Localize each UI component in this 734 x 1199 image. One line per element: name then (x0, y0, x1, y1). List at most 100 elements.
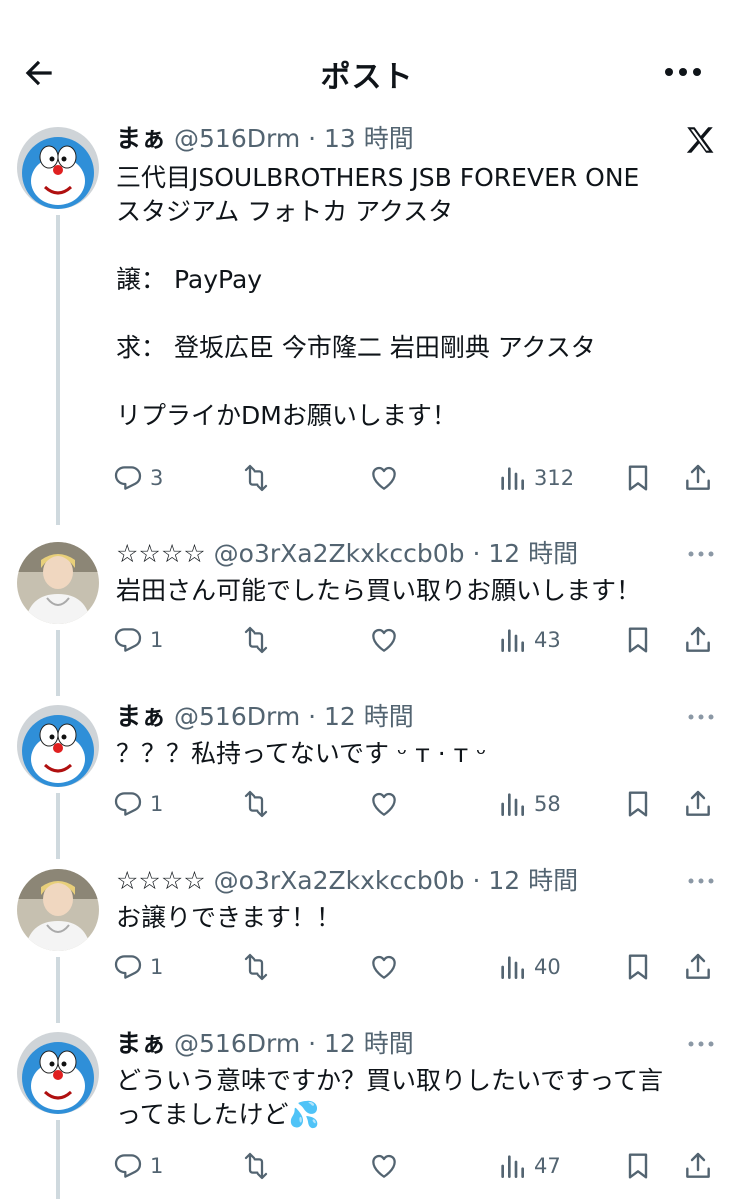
thread-line (56, 793, 60, 859)
tweet-reply[interactable]: まぁ @516Drm · 12 時間 どういう意味ですか？買い取りしたいですって言… (0, 1024, 734, 1199)
tweet-text: どういう意味ですか？買い取りしたいですって言 ってましたけど💦 (116, 1066, 664, 1129)
share-icon (686, 626, 710, 652)
retweet-icon (244, 1152, 268, 1180)
more-options-icon[interactable] (686, 873, 716, 889)
reply-icon (114, 1154, 142, 1178)
views-icon (501, 1155, 524, 1178)
views-icon (501, 956, 524, 979)
reply-count: 1 (150, 955, 164, 979)
tweet-reply[interactable]: ☆☆☆☆ @o3rXa2Zkxkccb0b · 12 時間 お譲りできます！！ 1… (0, 861, 734, 1023)
bookmark-button[interactable] (622, 620, 654, 660)
bookmark-icon (628, 465, 648, 491)
heart-icon (372, 628, 396, 652)
reply-icon (114, 792, 142, 816)
avatar[interactable] (17, 705, 99, 787)
more-options-icon[interactable] (686, 546, 716, 562)
display-name[interactable]: ☆☆☆☆ (116, 866, 206, 895)
thread-line (56, 630, 60, 696)
reply-count: 1 (150, 1154, 164, 1178)
views-icon (501, 467, 524, 490)
more-options-icon[interactable] (686, 1036, 716, 1052)
action-bar: 1 40 (112, 947, 722, 987)
share-icon (686, 1152, 710, 1178)
reply-button[interactable]: 1 (112, 947, 163, 987)
retweet-button[interactable] (240, 620, 272, 660)
retweet-button[interactable] (240, 947, 272, 987)
views-icon (501, 629, 524, 652)
reply-button[interactable]: 1 (112, 1146, 163, 1186)
bookmark-icon (628, 1153, 648, 1179)
reply-icon (114, 628, 142, 652)
views-icon (501, 793, 524, 816)
handle-time[interactable]: @516Drm · 13 時間 (174, 124, 414, 153)
reply-count: 1 (150, 628, 164, 652)
share-button[interactable] (682, 458, 714, 498)
avatar[interactable] (17, 127, 99, 209)
display-name[interactable]: まぁ (116, 1029, 166, 1058)
avatar[interactable] (17, 542, 99, 624)
handle-time[interactable]: @516Drm · 12 時間 (174, 702, 414, 731)
retweet-button[interactable] (240, 1146, 272, 1186)
tweet-header: まぁ @516Drm · 12 時間 (116, 1024, 414, 1064)
share-button[interactable] (682, 947, 714, 987)
reply-button[interactable]: 1 (112, 620, 163, 660)
view-count: 312 (534, 466, 575, 490)
like-button[interactable] (368, 1146, 400, 1186)
bookmark-button[interactable] (622, 784, 654, 824)
bookmark-icon (628, 627, 648, 653)
bookmark-button[interactable] (622, 458, 654, 498)
view-count: 58 (534, 792, 561, 816)
bookmark-icon (628, 954, 648, 980)
reply-button[interactable]: 3 (112, 458, 163, 498)
display-name[interactable]: ☆☆☆☆ (116, 539, 206, 568)
display-name[interactable]: まぁ (116, 702, 166, 731)
heart-icon (372, 955, 396, 979)
bookmark-icon (628, 791, 648, 817)
action-bar: 3 312 (112, 458, 722, 498)
like-button[interactable] (368, 458, 400, 498)
share-button[interactable] (682, 1146, 714, 1186)
more-options-icon[interactable] (660, 56, 706, 88)
retweet-button[interactable] (240, 458, 272, 498)
views-button[interactable]: 40 (496, 947, 561, 987)
like-button[interactable] (368, 620, 400, 660)
avatar[interactable] (17, 1032, 99, 1114)
reply-icon (114, 466, 142, 490)
reply-button[interactable]: 1 (112, 784, 163, 824)
tweet-reply[interactable]: まぁ @516Drm · 12 時間 ？？？私持ってないです ᵕ ᴛ · ᴛ ᵕ … (0, 697, 734, 859)
avatar[interactable] (17, 869, 99, 951)
more-options-icon[interactable] (686, 709, 716, 725)
tweet-reply[interactable]: ☆☆☆☆ @o3rXa2Zkxkccb0b · 12 時間 岩田さん可能でしたら買… (0, 534, 734, 696)
action-bar: 1 58 (112, 784, 722, 824)
retweet-button[interactable] (240, 784, 272, 824)
view-count: 43 (534, 628, 561, 652)
handle-time[interactable]: @o3rXa2Zkxkccb0b · 12 時間 (214, 866, 578, 895)
action-bar: 1 47 (112, 1146, 722, 1186)
share-icon (686, 790, 710, 816)
view-count: 40 (534, 955, 561, 979)
views-button[interactable]: 58 (496, 784, 561, 824)
views-button[interactable]: 312 (496, 458, 574, 498)
bookmark-button[interactable] (622, 1146, 654, 1186)
handle-time[interactable]: @516Drm · 12 時間 (174, 1029, 414, 1058)
views-button[interactable]: 47 (496, 1146, 561, 1186)
like-button[interactable] (368, 947, 400, 987)
reply-count: 1 (150, 792, 164, 816)
bookmark-button[interactable] (622, 947, 654, 987)
tweet-main[interactable]: まぁ @516Drm · 13 時間 三代目JSOULBROTHERS JSB F… (0, 119, 734, 525)
tweet-text: ？？？私持ってないです ᵕ ᴛ · ᴛ ᵕ (116, 739, 487, 768)
heart-icon (372, 466, 396, 490)
page-title: ポスト (320, 60, 414, 95)
top-bar: ポスト (0, 0, 734, 130)
tweet-header: まぁ @516Drm · 13 時間 (116, 119, 414, 159)
views-button[interactable]: 43 (496, 620, 561, 660)
thread-line (56, 215, 60, 525)
thread-line (56, 957, 60, 1023)
tweet-text: 三代目JSOULBROTHERS JSB FOREVER ONE スタジアム フ… (116, 163, 640, 430)
handle-time[interactable]: @o3rXa2Zkxkccb0b · 12 時間 (214, 539, 578, 568)
retweet-icon (244, 464, 268, 492)
share-button[interactable] (682, 620, 714, 660)
share-button[interactable] (682, 784, 714, 824)
like-button[interactable] (368, 784, 400, 824)
display-name[interactable]: まぁ (116, 124, 166, 153)
